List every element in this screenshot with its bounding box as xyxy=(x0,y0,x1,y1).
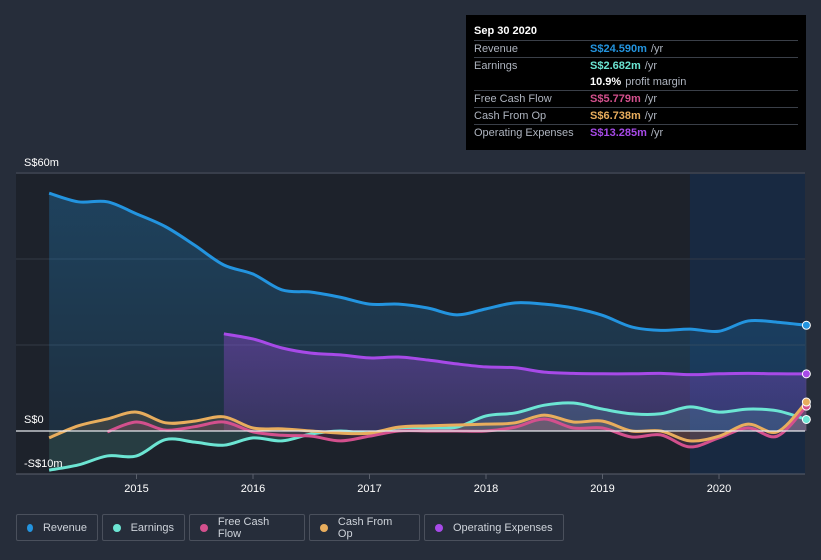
tooltip-label: Earnings xyxy=(474,60,518,72)
x-tick-label: 2017 xyxy=(357,483,381,495)
y-tick-label-bottom: -S$10m xyxy=(24,458,63,470)
x-tick-label: 2019 xyxy=(590,483,614,495)
tooltip-date: Sep 30 2020 xyxy=(474,23,798,41)
legend-label: Free Cash Flow xyxy=(217,515,270,540)
revenue-end-marker[interactable] xyxy=(801,320,811,330)
tooltip-unit: /yr xyxy=(650,43,664,55)
tooltip-unit: /yr xyxy=(650,127,664,139)
tooltip-unit: /yr xyxy=(644,93,657,105)
tooltip-value: S$13.285m xyxy=(590,127,647,139)
tooltip-row-fcf: Free Cash Flow S$5.779m /yr xyxy=(474,91,798,108)
tooltip-row-cfo: Cash From Op S$6.738m /yr xyxy=(474,108,798,125)
legend-item-revenue[interactable]: Revenue xyxy=(16,514,98,541)
legend-dot-icon xyxy=(320,523,328,532)
tooltip-label: Cash From Op xyxy=(474,110,547,122)
legend: Revenue Earnings Free Cash Flow Cash Fro… xyxy=(16,514,564,541)
tooltip-label: Free Cash Flow xyxy=(474,93,552,105)
tooltip-row-profit-margin: 10.9% profit margin xyxy=(474,74,798,91)
tooltip-panel: Sep 30 2020 Revenue S$24.590m /yr Earnin… xyxy=(466,15,806,150)
tooltip-unit: /yr xyxy=(644,60,657,72)
profit-margin-value: 10.9% xyxy=(590,76,622,88)
legend-item-operating-expenses[interactable]: Operating Expenses xyxy=(424,514,564,541)
legend-item-free-cash-flow[interactable]: Free Cash Flow xyxy=(189,514,305,541)
legend-label: Cash From Op xyxy=(337,515,393,540)
y-tick-label-zero: S$0 xyxy=(24,414,44,426)
legend-dot-icon xyxy=(435,523,443,532)
tooltip-row-opex: Operating Expenses S$13.285m /yr xyxy=(474,125,798,141)
legend-dot-icon xyxy=(200,523,208,532)
tooltip-label xyxy=(474,74,590,90)
y-tick-label-top: S$60m xyxy=(24,157,59,169)
tooltip-row-earnings: Earnings S$2.682m /yr xyxy=(474,58,798,74)
tooltip-value: S$24.590m xyxy=(590,43,647,55)
x-tick-label: 2016 xyxy=(241,483,265,495)
tooltip-label: Operating Expenses xyxy=(474,127,574,139)
legend-item-earnings[interactable]: Earnings xyxy=(102,514,185,541)
legend-label: Revenue xyxy=(42,521,87,534)
operating-expenses-end-marker[interactable] xyxy=(801,369,811,379)
legend-dot-icon xyxy=(27,523,33,532)
x-tick-label: 2018 xyxy=(474,483,498,495)
tooltip-unit: /yr xyxy=(644,110,657,122)
cash-from-op-end-marker[interactable] xyxy=(801,397,811,407)
legend-label: Operating Expenses xyxy=(453,521,553,534)
x-tick-label: 2015 xyxy=(124,483,148,495)
tooltip-label: Revenue xyxy=(474,43,519,55)
x-tick-label: 2020 xyxy=(707,483,731,495)
tooltip-row-revenue: Revenue S$24.590m /yr xyxy=(474,41,798,58)
tooltip-value: S$2.682m xyxy=(590,60,641,72)
tooltip-value: S$6.738m xyxy=(590,110,641,122)
legend-dot-icon xyxy=(113,523,121,532)
legend-item-cash-from-op[interactable]: Cash From Op xyxy=(309,514,420,541)
earnings-end-marker[interactable] xyxy=(801,414,811,424)
legend-label: Earnings xyxy=(130,521,174,534)
tooltip-value: S$5.779m xyxy=(590,93,641,105)
tooltip-unit: profit margin xyxy=(625,76,687,88)
